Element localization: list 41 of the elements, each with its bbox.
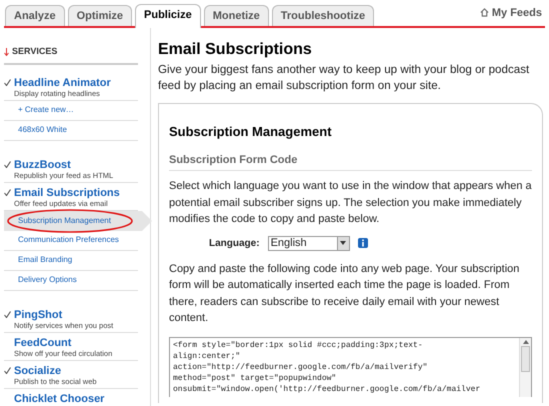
instructions-text: Copy and paste the following code into any web page. Your subscription form will be automatically inserted each time the page is loaded. From there, readers can subscribe to receive daily email with your newest content. (169, 262, 520, 326)
down-arrow-icon (4, 48, 9, 56)
service-link[interactable]: Chicklet Chooser (14, 392, 104, 404)
code-line: onsubmit="window.open('http://feedburner.google.com/fb/a/mailver (173, 384, 482, 394)
scroll-up-icon[interactable] (522, 340, 528, 344)
sidebar-link[interactable]: Delivery Options (4, 270, 138, 290)
code-line: <form style="border:1px solid #ccc;padding:3px;text- (173, 340, 424, 350)
intro-text: Give your biggest fans another way to keep up with your blog or podcast feed by placing an email subscription form on your site. (158, 62, 530, 94)
code-line: method="post" target="popupwindow" (173, 372, 338, 384)
nav-tab[interactable]: Optimize (68, 5, 132, 26)
service-link[interactable]: PingShot (14, 308, 114, 320)
sidebar-link[interactable]: + Create new… (4, 100, 138, 120)
service-link[interactable]: Email Subscriptions (14, 186, 120, 198)
code-textarea[interactable] (169, 336, 532, 396)
nav-tab[interactable]: Troubleshootize (272, 5, 374, 26)
section-title: Subscription Form Code (169, 152, 532, 171)
language-dropdown[interactable]: English (268, 236, 350, 250)
dropdown-button[interactable] (336, 236, 349, 250)
caret-icon (340, 241, 346, 245)
nav-tab[interactable]: Publicize (135, 4, 201, 28)
sidebar-link[interactable]: 468x60 White (4, 120, 138, 140)
service-link[interactable]: Headline Animator (14, 76, 111, 88)
scrollbar[interactable] (519, 338, 531, 396)
code-line: action="http://feedburner.google.com/fb/a/mailverify" (173, 362, 428, 372)
nav-tab[interactable]: Monetize (204, 5, 269, 26)
nav-tab[interactable]: Analyze (5, 5, 65, 26)
scroll-thumb[interactable] (521, 346, 530, 372)
page-title: Email Subscriptions (158, 40, 313, 60)
home-icon (480, 8, 489, 18)
info-icon[interactable] (358, 238, 368, 248)
code-line: align:center;" (173, 350, 242, 362)
my-feeds-link[interactable]: My Feeds (492, 4, 542, 21)
sidebar-header: SERVICES (12, 45, 58, 58)
service-link[interactable]: Socialize (14, 364, 97, 376)
sidebar-link[interactable]: Email Branding (4, 250, 138, 270)
panel-title: Subscription Management (169, 123, 333, 141)
language-label: Language: (209, 236, 260, 250)
sidebar-link[interactable]: Communication Preferences (4, 230, 138, 250)
service-link[interactable]: FeedCount (14, 336, 112, 348)
service-link[interactable]: BuzzBoost (14, 158, 114, 170)
description-text: Select which language you want to use in the window that appears when a potential email subscriber signs up. The selection you make immediately modifies the code to copy and paste below. (169, 179, 532, 227)
